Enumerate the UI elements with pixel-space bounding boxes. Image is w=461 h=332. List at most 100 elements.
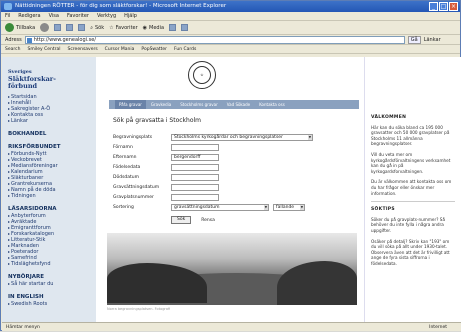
sidebar-item[interactable]: Så här startar du (8, 281, 96, 287)
toolbar: Tillbaka ⌕ Sök ☆ Favoriter ◉ Media (1, 21, 460, 35)
menu-help[interactable]: Hjälp (124, 12, 137, 20)
title-bar: Nättidningen RÖTTER - för dig som släktf… (1, 1, 460, 12)
page-icon (26, 37, 32, 43)
tab-2[interactable]: Gravkedia (147, 100, 175, 109)
tab-3[interactable]: Stockholms gravar (176, 100, 222, 109)
sidebar-heading-bokhandel[interactable]: BOKHANDEL (8, 131, 96, 137)
search-icon: ⌕ (90, 24, 93, 31)
close-button[interactable]: × (449, 2, 458, 11)
search-button[interactable]: Sök (171, 216, 192, 224)
tip-text-1: Söker du på gravplats-nummer? Så behöver… (371, 216, 446, 233)
row-fornamn: Förnamn (113, 142, 353, 152)
tab-1[interactable]: Påfa gravar (115, 100, 146, 109)
go-button[interactable]: Gå (407, 35, 421, 44)
sidebar-item[interactable]: Länkar (8, 118, 96, 124)
page-content: Sveriges Släktforskar- förbund Startsida… (2, 57, 461, 322)
mail-icon[interactable] (169, 24, 177, 31)
menu-view[interactable]: Visa (49, 12, 59, 20)
menu-edit[interactable]: Redigera (18, 12, 40, 20)
label: Födelsedata (113, 164, 141, 170)
ie-icon (4, 3, 12, 10)
sidebar-item[interactable]: Swedish Roots (8, 301, 96, 307)
window-controls: _ □ × (429, 2, 458, 11)
site-logo[interactable]: Sveriges Släktforskar- förbund (2, 57, 96, 94)
form-buttons: Sök Rensa (171, 216, 353, 224)
row-begravningsplats: Begravningsplats Stockholms kyrkogårdar … (113, 132, 353, 142)
label: Gravplatsnummer (113, 194, 154, 200)
window-title: Nättidningen RÖTTER - för dig som släktf… (15, 3, 227, 9)
row-efternamn: Efternamn bergendorff (113, 152, 353, 162)
media-icon: ◉ (142, 24, 148, 31)
address-input[interactable]: http://www.genealogi.se/ (24, 35, 405, 44)
gravplatsnummer-input[interactable] (171, 193, 219, 201)
divider (371, 201, 455, 203)
back-button[interactable]: Tillbaka (5, 23, 35, 32)
row-gravsattningsdatum: Gravsättningsdatum (113, 182, 353, 192)
fodelsedata-input[interactable] (171, 163, 219, 171)
valkommen-heading: VÄLKOMMEN (371, 115, 407, 120)
right-column: VÄLKOMMEN Här kan du söka bland ca 195 0… (364, 57, 461, 322)
fornamn-input[interactable] (171, 143, 219, 151)
order-select[interactable]: fallande (273, 203, 305, 211)
tab-4[interactable]: Vad Sökade (223, 100, 254, 109)
row-sortering: Sortering gravsättningsdatum fallande (113, 202, 353, 212)
star-icon: ☆ (109, 24, 114, 31)
menu-tools[interactable]: Verktyg (97, 12, 116, 20)
address-value: http://www.genealogi.se/ (33, 36, 96, 43)
soktips-heading: SÖKTIPS (371, 207, 395, 213)
label: Gravsättningsdatum (113, 184, 160, 190)
label: Förnamn (113, 144, 133, 150)
gravsattningsdatum-input[interactable] (171, 183, 219, 191)
links-fun-cards[interactable]: Fun Cards (174, 47, 196, 52)
info-text-1: Här kan du söka bland ca 195 000 gravsat… (371, 124, 450, 147)
sidebar-heading-nyb: NYBÖRJARE (8, 274, 44, 280)
tab-bar: Påfa gravar Gravkedia Stockholms gravar … (109, 100, 359, 109)
row-dodsdatum: Dödsdatum (113, 172, 353, 182)
sidebar-item[interactable]: Tidningen (8, 193, 96, 199)
home-icon[interactable] (78, 24, 86, 31)
efternamn-input[interactable]: bergendorff (171, 153, 219, 161)
cemetery-photo (107, 233, 357, 305)
refresh-icon[interactable] (66, 24, 74, 31)
sidebar-heading-lasar: LÄSARSIDORNA (8, 206, 57, 212)
links-cursor-mania[interactable]: Cursor Mania (105, 47, 135, 52)
tab-5[interactable]: Kontakta oss (255, 100, 289, 109)
print-icon[interactable] (181, 24, 189, 31)
links-label[interactable]: Länkar (424, 37, 441, 43)
tip-text-2: Osäker på detalj? Skriv kan "193" om du … (371, 238, 450, 266)
dodsdatum-input[interactable] (171, 173, 219, 181)
info-text-2: Vill du veta mer om kyrkogårdsförvaltnin… (371, 151, 451, 174)
sidebar-item[interactable]: Tidsläghetsfynd (8, 261, 96, 267)
menu-favorites[interactable]: Favoriter (67, 12, 89, 20)
label: Efternamn (113, 154, 137, 160)
links-smiley-central[interactable]: Smiley Central (27, 47, 60, 52)
forward-button[interactable] (40, 23, 50, 32)
label: Dödsdatum (113, 174, 140, 180)
browser-window: Nättidningen RÖTTER - för dig som släktf… (0, 0, 461, 331)
status-text: Hämtar menyn (6, 325, 40, 330)
form-heading: Sök på gravsatta i Stockholm (113, 117, 202, 124)
sidebar-heading-english: IN ENGLISH (8, 294, 44, 300)
menu-file[interactable]: Fil (5, 12, 10, 20)
search-button[interactable]: ⌕ Sök (90, 25, 104, 31)
media-button[interactable]: ◉ Media (143, 25, 164, 31)
links-popswatter[interactable]: PopSwatter (141, 47, 167, 52)
photo-caption: Norra begravningsplatsen. Fotografi (107, 307, 171, 311)
address-label: Adress (5, 36, 22, 43)
stop-icon[interactable] (54, 24, 62, 31)
row-gravplatsnummer: Gravplatsnummer (113, 192, 353, 202)
favorites-button[interactable]: ☆ Favoriter (109, 25, 138, 31)
links-screensavers[interactable]: Screensavers (67, 47, 97, 52)
links-search[interactable]: Search (5, 47, 20, 52)
search-form: Sök på gravsatta i Stockholm Begravnings… (113, 117, 353, 224)
maximize-button[interactable]: □ (439, 2, 448, 11)
minimize-button[interactable]: _ (429, 2, 438, 11)
begravningsplats-select[interactable]: Stockholms kyrkogårdar och begravningspl… (171, 133, 313, 141)
sidebar: Sveriges Släktforskar- förbund Startsida… (2, 57, 96, 322)
sidebar-nav: Startsidan Innehåll Sakregister A-Ö Kont… (2, 94, 96, 307)
address-bar: Adress http://www.genealogi.se/ Gå Länka… (1, 35, 460, 45)
sidebar-heading-riks: RIKSFÖRBUNDET (8, 144, 61, 150)
stockholm-seal-logo: ♔ (188, 61, 216, 89)
sortering-select[interactable]: gravsättningsdatum (171, 203, 269, 211)
reset-button[interactable]: Rensa (201, 218, 215, 223)
